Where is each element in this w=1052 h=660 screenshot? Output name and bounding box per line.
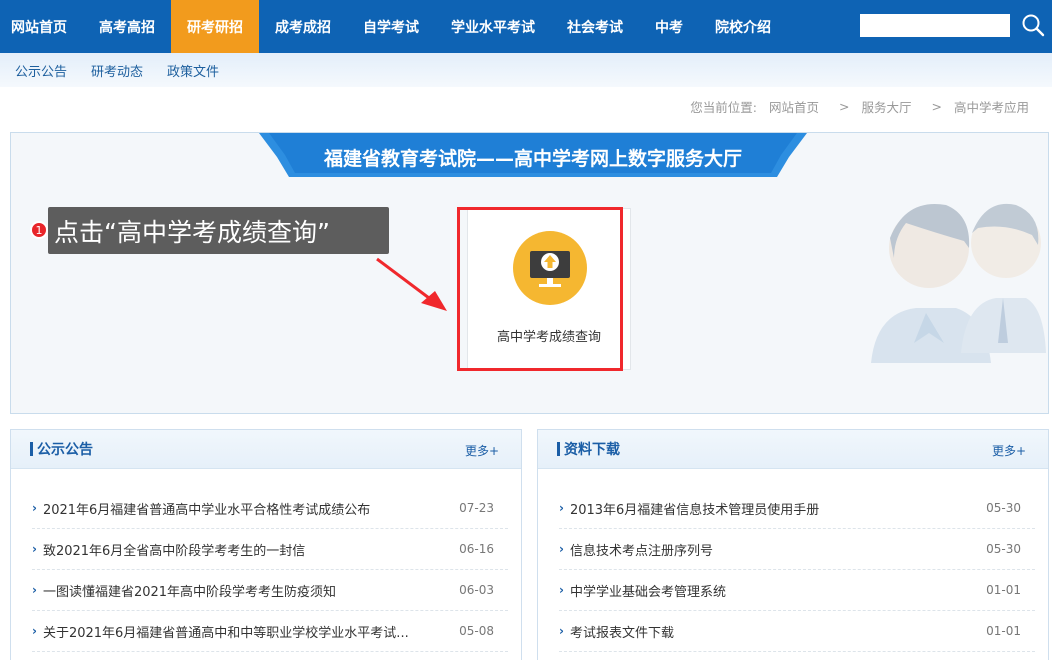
announcements-panel: 公示公告 更多+ › 2021年6月福建省普通高中学业水平合格性考试成绩公布 07-…: [10, 429, 522, 660]
score-query-card[interactable]: 高中学考成绩查询: [467, 208, 631, 370]
list-item-title[interactable]: 致2021年6月全省高中阶段学考考生的一封信: [43, 540, 305, 559]
breadcrumb-separator: >: [839, 98, 850, 114]
nav-item-zhongkao[interactable]: 中考: [639, 0, 699, 53]
announcements-list: › 2021年6月福建省普通高中学业水平合格性考试成绩公布 07-23 › 致2021…: [11, 469, 521, 652]
list-item[interactable]: › 考试报表文件下载 01-01: [559, 611, 1035, 652]
chevron-right-icon: ›: [559, 624, 564, 638]
chevron-right-icon: ›: [559, 501, 564, 515]
instruction-callout: 点击“高中学考成绩查询”: [48, 207, 389, 254]
nav-item-xueye[interactable]: 学业水平考试: [435, 0, 551, 53]
subnav-item-news[interactable]: 研考动态: [91, 61, 143, 80]
list-item[interactable]: › 关于2021年6月福建省普通高中和中等职业学校学业水平考试... 05-08: [32, 611, 508, 652]
list-item-title[interactable]: 2013年6月福建省信息技术管理员使用手册: [570, 499, 819, 518]
list-item-date: 01-01: [986, 624, 1021, 638]
announcements-more-link[interactable]: 更多+: [465, 442, 499, 459]
top-nav: 网站首页 高考高招 研考研招 成考成招 自学考试 学业水平考试 社会考试 中考 …: [0, 0, 1052, 53]
nav-item-shehui[interactable]: 社会考试: [551, 0, 639, 53]
breadcrumb-service[interactable]: 服务大厅: [861, 97, 911, 116]
title-bar-marker: [557, 442, 560, 456]
nav-item-chengkao[interactable]: 成考成招: [259, 0, 347, 53]
list-item-title[interactable]: 一图读懂福建省2021年高中阶段学考考生防疫须知: [43, 581, 336, 600]
downloads-panel: 资料下载 更多+ › 2013年6月福建省信息技术管理员使用手册 05-30 › 信息…: [537, 429, 1049, 660]
step-number-badge: 1: [30, 221, 48, 239]
nav-item-yuanxiao[interactable]: 院校介绍: [699, 0, 787, 53]
list-item[interactable]: › 2013年6月福建省信息技术管理员使用手册 05-30: [559, 488, 1035, 529]
breadcrumb-home[interactable]: 网站首页: [769, 97, 819, 116]
list-item-date: 05-08: [459, 624, 494, 638]
list-item-title[interactable]: 信息技术考点注册序列号: [570, 540, 713, 559]
list-item-title[interactable]: 中学学业基础会考管理系统: [570, 581, 726, 600]
chevron-right-icon: ›: [32, 542, 37, 556]
list-item-date: 05-30: [986, 542, 1021, 556]
list-item-title[interactable]: 2021年6月福建省普通高中学业水平合格性考试成绩公布: [43, 499, 370, 518]
subnav-item-policy[interactable]: 政策文件: [167, 61, 219, 80]
list-item-title[interactable]: 关于2021年6月福建省普通高中和中等职业学校学业水平考试...: [43, 622, 409, 641]
breadcrumb-current: 高中学考应用: [953, 99, 1029, 115]
search-input[interactable]: [860, 14, 1010, 37]
list-item[interactable]: › 信息技术考点注册序列号 05-30: [559, 529, 1035, 570]
sub-nav: 公示公告 研考动态 政策文件: [0, 53, 1052, 87]
chevron-right-icon: ›: [559, 583, 564, 597]
list-item-date: 07-23: [459, 501, 494, 515]
banner-title: 福建省教育考试院——高中学考网上数字服务大厅: [323, 147, 742, 170]
nav-item-zixue[interactable]: 自学考试: [347, 0, 435, 53]
list-item[interactable]: › 中学学业基础会考管理系统 01-01: [559, 570, 1035, 611]
list-item[interactable]: › 一图读懂福建省2021年高中阶段学考考生防疫须知 06-03: [32, 570, 508, 611]
list-item-date: 05-30: [986, 501, 1021, 515]
chevron-right-icon: ›: [32, 583, 37, 597]
service-hall: 福建省教育考试院——高中学考网上数字服务大厅 1 点击“高中学考成绩查询” 高中…: [10, 132, 1049, 414]
chevron-right-icon: ›: [32, 624, 37, 638]
title-bar-marker: [30, 442, 33, 456]
search-icon[interactable]: [1020, 12, 1046, 38]
breadcrumb-separator: >: [931, 98, 942, 114]
downloads-header: 资料下载 更多+: [538, 430, 1048, 469]
downloads-list: › 2013年6月福建省信息技术管理员使用手册 05-30 › 信息技术考点注册序列号…: [538, 469, 1048, 652]
list-item[interactable]: › 2021年6月福建省普通高中学业水平合格性考试成绩公布 07-23: [32, 488, 508, 529]
breadcrumb-prefix: 您当前位置:: [690, 99, 757, 115]
nav-item-yankao[interactable]: 研考研招: [171, 0, 259, 53]
breadcrumb: 您当前位置: 网站首页 > 服务大厅 > 高中学考应用: [0, 87, 1052, 125]
list-item-date: 06-16: [459, 542, 494, 556]
list-item-date: 01-01: [986, 583, 1021, 597]
customer-service-illustration: [871, 203, 1046, 363]
pointer-arrow-icon: [376, 257, 447, 311]
list-item-title[interactable]: 考试报表文件下载: [570, 622, 674, 641]
list-item[interactable]: › 致2021年6月全省高中阶段学考考生的一封信 06-16: [32, 529, 508, 570]
nav-item-gaokao[interactable]: 高考高招: [83, 0, 171, 53]
list-item-date: 06-03: [459, 583, 494, 597]
subnav-item-announcements[interactable]: 公示公告: [15, 61, 67, 80]
nav-item-home[interactable]: 网站首页: [0, 0, 83, 53]
downloads-title: 资料下载: [564, 442, 620, 458]
chevron-right-icon: ›: [32, 501, 37, 515]
computer-upload-icon: [513, 231, 587, 305]
score-query-label: 高中学考成绩查询: [496, 330, 601, 345]
announcements-title: 公示公告: [37, 442, 93, 458]
downloads-more-link[interactable]: 更多+: [992, 442, 1026, 459]
chevron-right-icon: ›: [559, 542, 564, 556]
announcements-header: 公示公告 更多+: [11, 430, 521, 469]
